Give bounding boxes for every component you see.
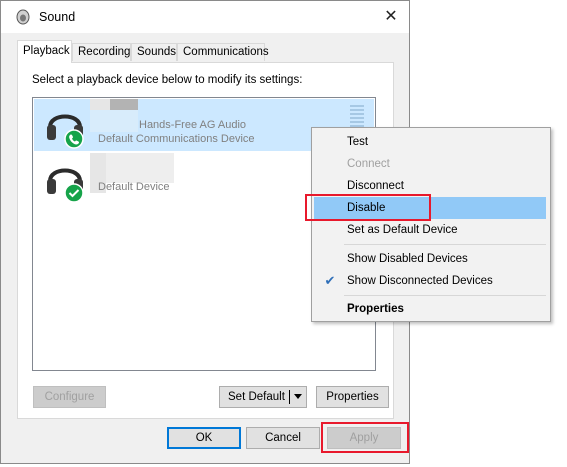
instruction-text: Select a playback device below to modify… [32, 74, 303, 86]
tab-communications[interactable]: Communications [177, 43, 269, 61]
cancel-button[interactable]: Cancel [246, 427, 320, 449]
redacted-block [90, 110, 138, 132]
set-default-button[interactable]: Set Default [219, 386, 307, 408]
checkmark-icon: ✔ [324, 273, 336, 288]
speaker-app-icon [16, 9, 30, 25]
window-title: Sound [39, 10, 76, 24]
headset-icon [47, 168, 84, 203]
annotation-highlight-apply [321, 422, 409, 453]
close-button[interactable]: ✕ [373, 1, 409, 33]
menu-separator [344, 295, 546, 296]
phone-badge-icon [64, 129, 84, 149]
menu-item-show-disconnected-devices[interactable]: ✔ Show Disconnected Devices [314, 270, 546, 292]
device-status: Default Device [98, 181, 170, 193]
menu-item-test[interactable]: Test [314, 131, 546, 153]
annotation-highlight-disable [305, 194, 431, 221]
menu-item-connect[interactable]: Connect [314, 153, 546, 175]
configure-button[interactable]: Configure [33, 386, 106, 408]
redacted-block [110, 99, 138, 110]
menu-item-properties[interactable]: Properties [314, 298, 546, 320]
menu-item-show-disabled-devices[interactable]: Show Disabled Devices [314, 248, 546, 270]
device-status: Default Communications Device [98, 133, 255, 145]
check-badge-icon [64, 183, 84, 203]
tab-sounds[interactable]: Sounds [131, 43, 177, 61]
menu-item-set-as-default-device[interactable]: Set as Default Device [314, 219, 546, 241]
dropdown-arrow-icon[interactable] [294, 394, 302, 399]
headset-icon [47, 114, 84, 149]
device-name: Hands-Free AG Audio [139, 119, 247, 131]
menu-separator [344, 244, 546, 245]
ok-button[interactable]: OK [167, 427, 241, 449]
menu-item-label: Show Disconnected Devices [347, 275, 493, 287]
split-separator [289, 390, 290, 404]
redacted-block [106, 153, 174, 183]
redacted-block [90, 99, 110, 110]
close-icon: ✕ [384, 8, 398, 25]
tab-recording[interactable]: Recording [72, 43, 131, 61]
tab-playback[interactable]: Playback [17, 40, 72, 63]
context-menu: Test Connect Disconnect Disable Set as D… [311, 127, 551, 322]
title-bar[interactable]: Sound ✕ [1, 1, 409, 33]
properties-button[interactable]: Properties [316, 386, 389, 408]
set-default-label: Set Default [228, 391, 285, 403]
